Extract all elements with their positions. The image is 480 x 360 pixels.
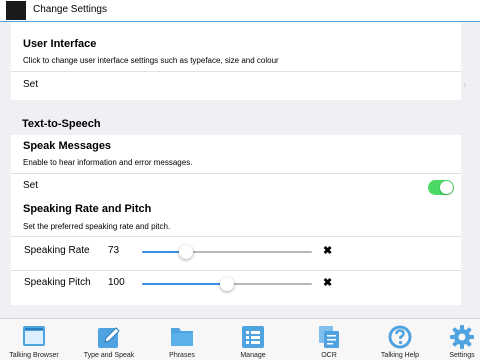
tab-settings[interactable]: Settings bbox=[428, 319, 480, 360]
chevron-right-icon: › bbox=[463, 79, 467, 91]
page-title: Change Settings bbox=[33, 4, 107, 15]
tts-section-title: Text-to-Speech bbox=[22, 118, 101, 130]
speaking-pitch-slider[interactable] bbox=[142, 277, 312, 291]
folder-icon bbox=[171, 328, 193, 346]
speaking-rate-slider[interactable] bbox=[142, 245, 312, 259]
speaking-rate-value: 73 bbox=[108, 245, 120, 256]
rate-pitch-description: Set the preferred speaking rate and pitc… bbox=[23, 222, 171, 231]
rate-pitch-heading: Speaking Rate and Pitch bbox=[23, 203, 152, 215]
tab-talking-browser[interactable]: Talking Browser bbox=[0, 319, 68, 360]
speaking-pitch-label: Speaking Pitch bbox=[24, 277, 91, 288]
tab-ocr[interactable]: OCR bbox=[295, 319, 363, 360]
slider-fill bbox=[142, 283, 227, 285]
speak-messages-set-label: Set bbox=[23, 180, 39, 191]
tab-manage[interactable]: Manage bbox=[219, 319, 287, 360]
speaking-pitch-reset-icon[interactable]: ✖ bbox=[323, 277, 332, 289]
divider bbox=[11, 270, 461, 271]
slider-thumb[interactable] bbox=[220, 277, 234, 291]
speak-messages-description: Enable to hear information and error mes… bbox=[23, 158, 193, 167]
menu-button[interactable] bbox=[6, 1, 26, 20]
tab-label: Settings bbox=[449, 352, 475, 359]
user-interface-panel: User Interface Click to change user inte… bbox=[11, 26, 461, 100]
top-bar: Change Settings bbox=[0, 0, 480, 22]
divider bbox=[11, 173, 461, 174]
toggle-knob bbox=[440, 181, 453, 194]
tab-label: Manage bbox=[240, 352, 266, 359]
divider bbox=[11, 236, 461, 237]
ocr-documents-icon bbox=[319, 326, 339, 348]
tab-label: Talking Browser bbox=[9, 352, 59, 359]
speaking-rate-label: Speaking Rate bbox=[24, 245, 90, 256]
user-interface-heading: User Interface bbox=[23, 38, 97, 50]
gear-icon bbox=[450, 325, 474, 349]
user-interface-set-row[interactable]: Set bbox=[23, 79, 38, 91]
browser-window-icon bbox=[23, 326, 45, 346]
tab-talking-help[interactable]: Talking Help bbox=[366, 319, 434, 360]
question-circle-icon bbox=[388, 325, 412, 349]
speak-messages-toggle[interactable] bbox=[428, 180, 454, 195]
divider bbox=[11, 71, 461, 72]
tab-label: Phrases bbox=[169, 352, 195, 359]
tab-label: OCR bbox=[321, 352, 337, 359]
speaking-pitch-value: 100 bbox=[108, 277, 125, 288]
tab-type-and-speak[interactable]: Type and Speak bbox=[75, 319, 143, 360]
user-interface-description: Click to change user interface settings … bbox=[23, 56, 279, 65]
tab-label: Talking Help bbox=[380, 352, 420, 359]
list-icon bbox=[242, 326, 264, 348]
speaking-rate-reset-icon[interactable]: ✖ bbox=[323, 245, 332, 257]
pencil-square-icon bbox=[98, 327, 120, 348]
tab-label: Type and Speak bbox=[83, 352, 135, 359]
speak-messages-heading: Speak Messages bbox=[23, 140, 112, 152]
tab-bar: Talking Browser Type and Speak Phrases M… bbox=[0, 318, 480, 360]
tab-phrases[interactable]: Phrases bbox=[148, 319, 216, 360]
